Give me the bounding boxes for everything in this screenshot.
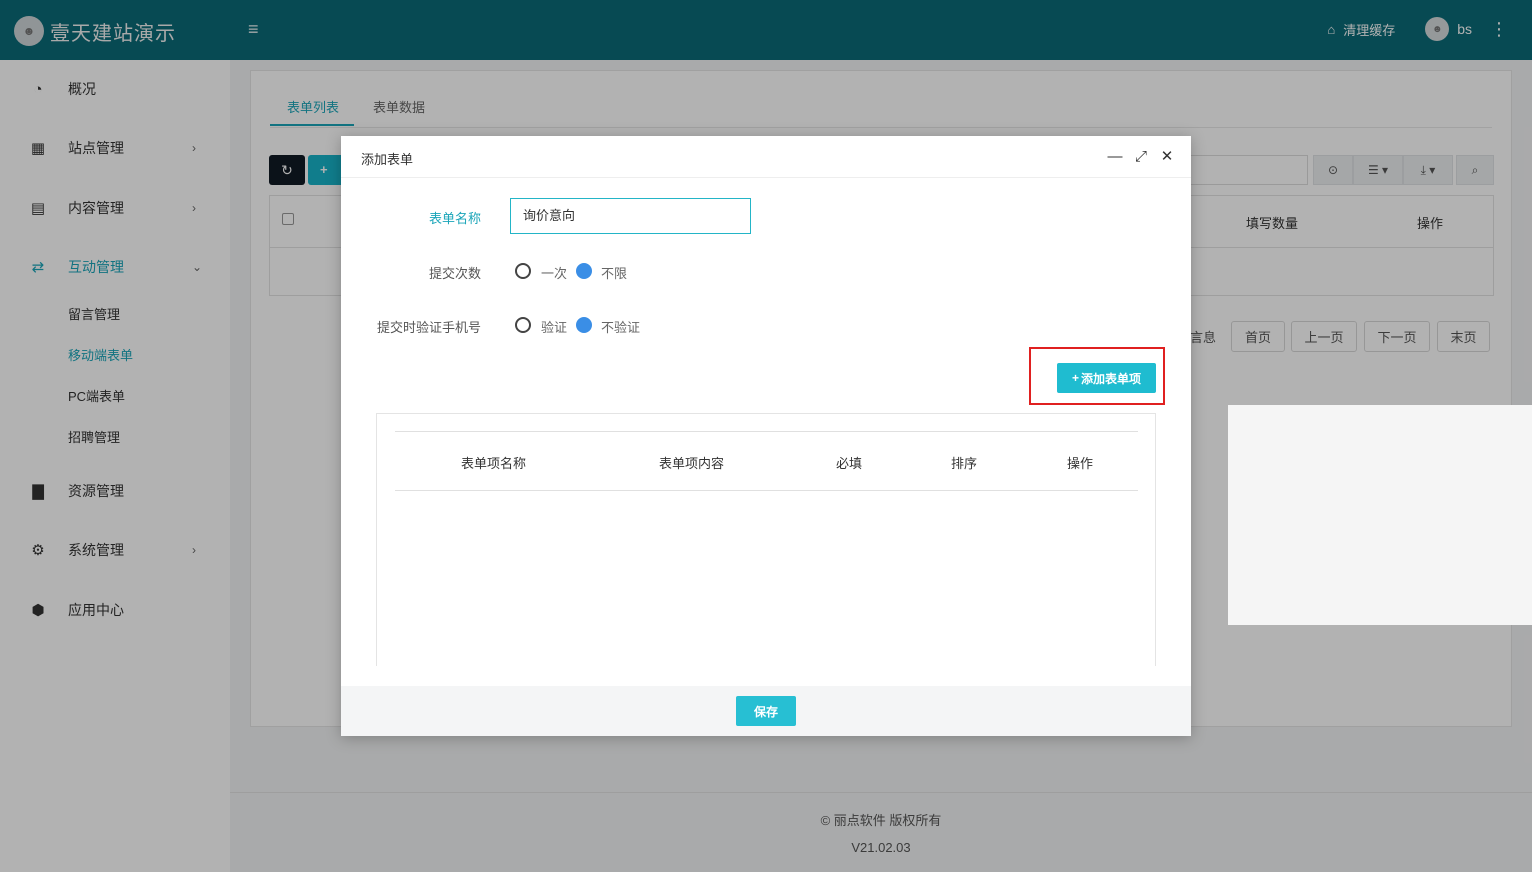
submit-times-label: 提交次数 bbox=[429, 266, 482, 281]
column-item-content: 表单项内容 bbox=[659, 456, 725, 471]
add-form-dialog: 添加表单 — ⤢ ✕ 表单名称 询价意向 提交次数 一次 不限 提交时验证手机号… bbox=[341, 136, 1191, 736]
submit-unlimited-label[interactable]: 不限 bbox=[601, 263, 627, 282]
overlay-panel bbox=[1228, 405, 1532, 625]
column-item-actions: 操作 bbox=[1067, 456, 1094, 471]
dialog-title: 添加表单 bbox=[361, 152, 414, 167]
form-items-table: 表单项名称 表单项内容 必填 排序 操作 bbox=[376, 413, 1156, 666]
column-sort: 排序 bbox=[951, 456, 978, 471]
form-name-label: 表单名称 bbox=[429, 211, 482, 226]
dialog-header: 添加表单 — ⤢ ✕ bbox=[341, 136, 1191, 178]
plus-icon: + bbox=[1071, 371, 1079, 385]
close-icon[interactable]: ✕ bbox=[1157, 146, 1177, 166]
add-form-item-label: 添加表单项 bbox=[1081, 371, 1142, 386]
table-divider bbox=[395, 490, 1138, 491]
submit-once-label[interactable]: 一次 bbox=[541, 263, 567, 282]
save-button[interactable]: 保存 bbox=[736, 696, 796, 726]
verify-yes-label[interactable]: 验证 bbox=[541, 317, 567, 336]
add-form-item-button[interactable]: + 添加表单项 bbox=[1057, 363, 1156, 393]
maximize-icon[interactable]: ⤢ bbox=[1131, 146, 1151, 166]
minimize-icon[interactable]: — bbox=[1105, 146, 1125, 166]
verify-no-label[interactable]: 不验证 bbox=[601, 317, 640, 336]
verify-no-radio[interactable] bbox=[576, 317, 592, 333]
form-name-input[interactable]: 询价意向 bbox=[510, 198, 751, 234]
submit-once-radio[interactable] bbox=[515, 263, 531, 279]
verify-phone-label: 提交时验证手机号 bbox=[377, 320, 482, 335]
column-required: 必填 bbox=[836, 456, 863, 471]
submit-unlimited-radio[interactable] bbox=[576, 263, 592, 279]
column-item-name: 表单项名称 bbox=[461, 456, 527, 471]
verify-yes-radio[interactable] bbox=[515, 317, 531, 333]
table-divider bbox=[395, 431, 1138, 432]
dialog-footer: 保存 bbox=[341, 686, 1191, 736]
